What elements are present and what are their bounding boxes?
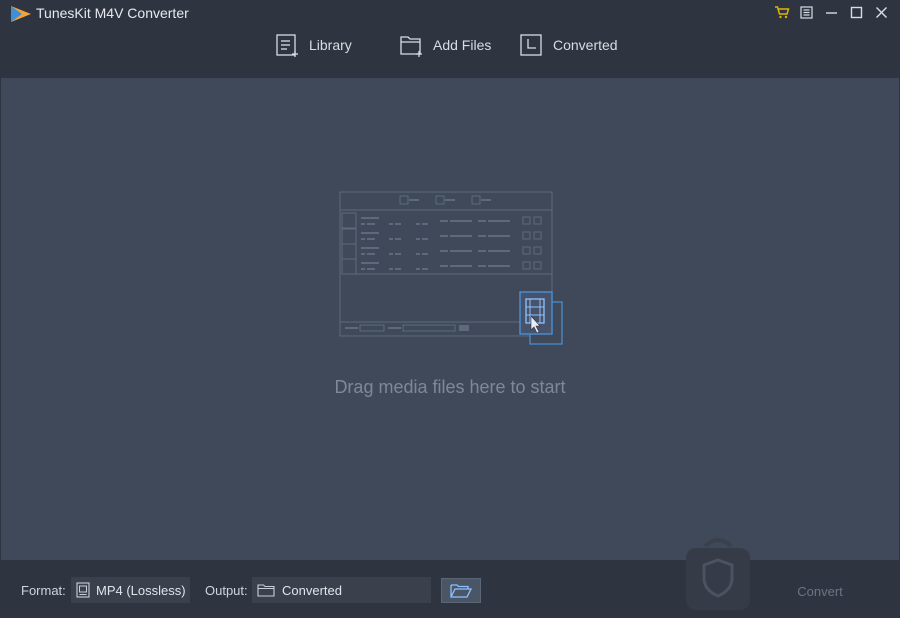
cart-icon: [774, 6, 790, 19]
menu-button[interactable]: [794, 2, 819, 22]
close-icon: [876, 6, 887, 18]
add-files-label: Add Files: [433, 37, 492, 53]
drag-drop-illustration-icon: [339, 191, 563, 345]
format-selector[interactable]: MP4 (Lossless): [71, 577, 190, 603]
drop-zone[interactable]: Drag media files here to start: [1, 78, 899, 560]
tuneskit-logo-icon: [11, 6, 31, 22]
format-file-icon: [76, 582, 90, 598]
format-value: MP4 (Lossless): [96, 582, 186, 598]
maximize-button[interactable]: [844, 2, 869, 22]
library-icon: [276, 34, 298, 57]
add-folder-icon: [400, 36, 422, 57]
drop-hint-text: Drag media files here to start: [334, 377, 566, 397]
folder-icon: [257, 584, 275, 597]
minimize-icon: [826, 11, 837, 14]
output-path-field[interactable]: Converted: [252, 577, 431, 603]
maximize-icon: [850, 6, 863, 18]
converted-button[interactable]: Converted: [519, 30, 618, 60]
converted-label: Converted: [553, 37, 618, 53]
library-button[interactable]: Library: [275, 30, 352, 60]
close-button[interactable]: [869, 2, 894, 22]
browse-output-button[interactable]: [441, 578, 481, 603]
add-files-button[interactable]: Add Files: [399, 30, 491, 60]
title-bar: TunesKit M4V Converter Library Add Files…: [0, 0, 900, 78]
output-label: Output:: [205, 583, 248, 598]
convert-button[interactable]: Convert: [770, 581, 870, 603]
bottom-bar: Format: MP4 (Lossless) Output: Converted…: [0, 560, 900, 618]
main-toolbar: Library Add Files Converted: [0, 30, 900, 62]
format-label: Format:: [21, 583, 66, 598]
library-label: Library: [309, 37, 352, 53]
converted-icon: [520, 34, 542, 56]
window-controls: [769, 2, 894, 22]
output-value: Converted: [282, 582, 342, 598]
cart-button[interactable]: [769, 2, 794, 22]
open-folder-icon: [450, 583, 472, 598]
watermark-shield-icon: [686, 538, 750, 610]
app-title: TunesKit M4V Converter: [36, 5, 189, 21]
menu-icon: [800, 5, 813, 19]
minimize-button[interactable]: [819, 2, 844, 22]
